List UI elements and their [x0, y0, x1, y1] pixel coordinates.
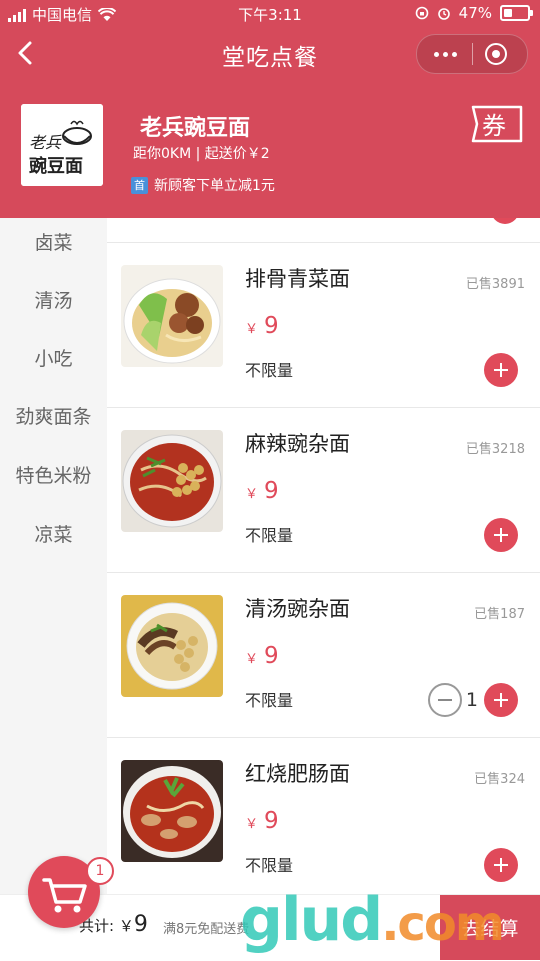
- price-value: 9: [264, 313, 279, 339]
- product-price: ￥ 9: [245, 643, 279, 669]
- total-value: 9: [133, 912, 148, 937]
- navigation-bar: 堂吃点餐: [0, 28, 540, 78]
- product-sold: 已售3218: [465, 442, 525, 457]
- product-sold: 已售187: [474, 607, 525, 622]
- store-logo: 老兵 豌豆面: [21, 104, 103, 186]
- price-value: 9: [264, 478, 279, 504]
- coupon-icon[interactable]: 券: [467, 104, 525, 144]
- add-to-cart-button[interactable]: [484, 848, 518, 882]
- logo-text-bottom: 豌豆面: [29, 155, 83, 177]
- first-order-badge: 首: [131, 176, 148, 194]
- product-image: [121, 760, 223, 862]
- promo-line: 首 新顾客下单立减1元: [131, 175, 275, 195]
- store-meta: 距你0KM | 起送价￥2: [133, 146, 270, 162]
- add-to-cart-button[interactable]: [484, 353, 518, 387]
- store-header: 中国电信 下午3:11 47% 堂吃点餐 老兵 豌豆面 老兵豌豆面 距你0KM …: [0, 0, 540, 218]
- price-currency: ￥: [245, 487, 259, 502]
- category-item[interactable]: 清汤: [0, 286, 107, 313]
- add-to-cart-button[interactable]: [484, 518, 518, 552]
- product-item[interactable]: 麻辣豌杂面 已售3218 ￥ 9 不限量: [107, 408, 540, 573]
- product-price: ￥ 9: [245, 478, 279, 504]
- product-name: 清汤豌杂面: [245, 597, 350, 621]
- product-item[interactable]: 红烧肥肠面 已售324 ￥ 9 不限量: [107, 738, 540, 894]
- product-stock: 不限量: [245, 526, 294, 545]
- more-icon[interactable]: [427, 43, 463, 65]
- category-item[interactable]: 劲爽面条: [0, 402, 107, 429]
- price-currency: ￥: [245, 322, 259, 337]
- logo-text-top: 老兵: [29, 133, 62, 152]
- price-value: 9: [264, 808, 279, 834]
- product-item[interactable]: 清汤豌杂面 已售187 ￥ 9 不限量 1: [107, 573, 540, 738]
- lock-rotation-icon: [415, 6, 428, 20]
- store-logo-graphic: 老兵 豌豆面: [21, 104, 103, 186]
- miniprogram-capsule: [416, 34, 528, 74]
- store-name: 老兵豌豆面: [140, 116, 251, 141]
- product-price: ￥ 9: [245, 808, 279, 834]
- watermark-suffix: .com: [381, 896, 505, 952]
- watermark: glud.com: [240, 885, 505, 955]
- price-currency: ￥: [245, 817, 259, 832]
- status-right: 47%: [415, 4, 533, 22]
- item-quantity: 1: [465, 689, 478, 711]
- capsule-divider: [472, 43, 473, 65]
- category-sidebar: 卤菜 清汤 小吃 劲爽面条 特色米粉 凉菜: [0, 218, 107, 894]
- product-stock: 不限量: [245, 691, 294, 710]
- product-image: [121, 265, 223, 367]
- coupon-label: 券: [482, 112, 506, 140]
- product-price: ￥ 9: [245, 313, 279, 339]
- product-name: 麻辣豌杂面: [245, 432, 350, 456]
- promo-text: 新顾客下单立减1元: [154, 178, 275, 194]
- cart-count-badge: 1: [86, 857, 114, 885]
- close-target-icon[interactable]: [485, 43, 507, 65]
- price-value: 9: [264, 643, 279, 669]
- category-item[interactable]: 凉菜: [0, 520, 107, 547]
- product-image: [121, 595, 223, 697]
- product-name: 红烧肥肠面: [245, 762, 350, 786]
- status-bar: 中国电信 下午3:11 47%: [0, 0, 540, 28]
- alarm-icon: [437, 8, 450, 20]
- product-sold: 已售324: [474, 772, 525, 787]
- category-item[interactable]: 小吃: [0, 344, 107, 371]
- partial-add-button[interactable]: [491, 218, 519, 224]
- product-sold: 已售3891: [465, 277, 525, 292]
- category-item[interactable]: 特色米粉: [0, 461, 107, 488]
- product-list: 排骨青菜面 已售3891 ￥ 9 不限量 麻辣豌杂面 已售3218 ￥ 9 不限量: [107, 218, 540, 894]
- product-image: [121, 430, 223, 532]
- delivery-note: 满8元免配送费: [163, 922, 250, 937]
- product-item[interactable]: 排骨青菜面 已售3891 ￥ 9 不限量: [107, 243, 540, 408]
- add-to-cart-button[interactable]: [484, 683, 518, 717]
- product-name: 排骨青菜面: [245, 267, 350, 291]
- battery-icon: [500, 5, 533, 21]
- decrease-quantity-button[interactable]: [428, 683, 462, 717]
- product-stock: 不限量: [245, 361, 294, 380]
- product-stock: 不限量: [245, 856, 294, 875]
- category-item[interactable]: 卤菜: [0, 228, 107, 255]
- watermark-text: glud: [240, 885, 383, 955]
- price-currency: ￥: [245, 652, 259, 667]
- battery-percent: 47%: [458, 4, 492, 22]
